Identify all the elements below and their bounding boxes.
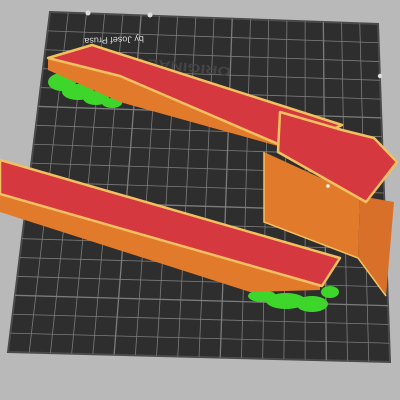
bed-mount-hole <box>85 10 91 16</box>
3d-viewport[interactable]: ORIGINAL PRUSA by Josef Prusa <box>0 0 400 400</box>
part-seam-dot <box>326 184 330 188</box>
bed-mount-hole <box>377 73 383 79</box>
bed-mount-hole <box>147 12 153 18</box>
scene[interactable]: ORIGINAL PRUSA by Josef Prusa <box>0 0 400 400</box>
